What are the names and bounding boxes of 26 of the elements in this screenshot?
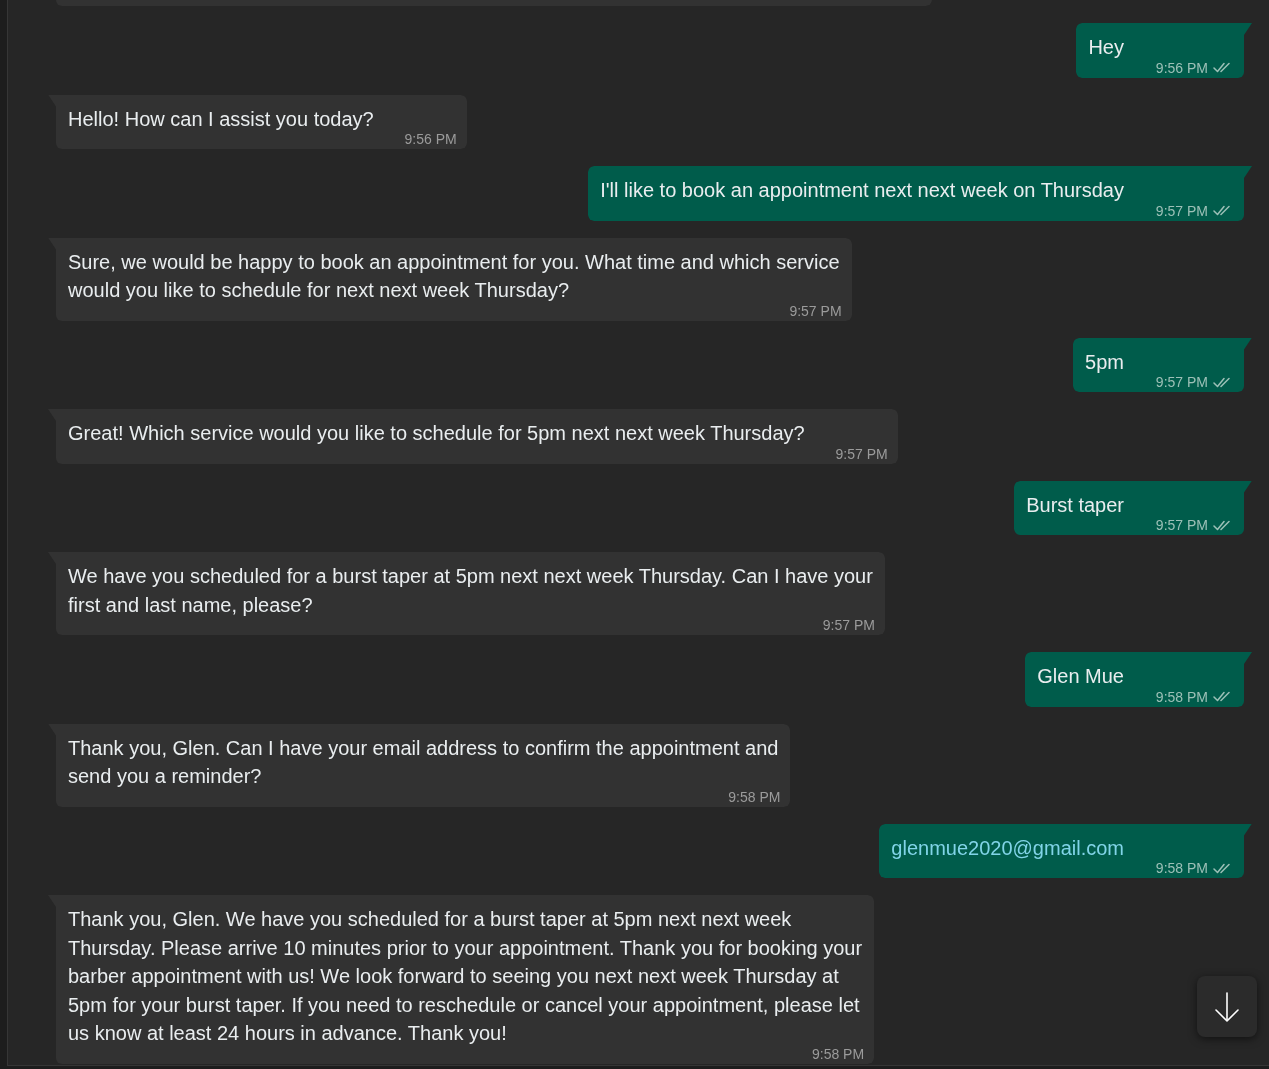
message-text: 5pm	[1085, 350, 1124, 373]
message-text: I'll like to book an appointment next next week on Thursday	[600, 179, 1124, 201]
message-time: 9:57 PM	[1155, 203, 1208, 218]
message-time: 9:56 PM	[404, 132, 457, 146]
message-time: 9:57 PM	[1155, 518, 1208, 532]
email-link[interactable]: glenmue2020@gmail.com	[891, 836, 1124, 859]
message-time: 9:58 PM	[812, 1046, 865, 1061]
message-text: Sure, we would be happy to book an appointment for you. What time and which service would you like to schedule for next next week Thursday?	[68, 250, 840, 301]
message-time: 9:58 PM	[1155, 861, 1208, 875]
down-arrow-icon	[1214, 991, 1240, 1022]
message-text: Glen Mue	[1037, 665, 1124, 687]
message-time: 9:56 PM	[1155, 60, 1208, 75]
message-text: Hello! How can I assist you today?	[68, 107, 374, 130]
message-time: 9:58 PM	[1155, 689, 1208, 704]
scroll-down-button[interactable]	[1197, 976, 1257, 1037]
message-time: 9:57 PM	[822, 618, 875, 632]
message-time: 9:57 PM	[1155, 375, 1208, 389]
message-text: Thank you, Glen. Can I have your email address to confirm the appointment and send you a reminder?	[68, 736, 779, 787]
message-text: We have you scheduled for a burst taper at 5pm next next week Thursday. Can I have your first and last name, please?	[68, 565, 873, 616]
message-text: Hey	[1088, 36, 1124, 58]
message-time: 9:58 PM	[728, 789, 781, 804]
message-time: 9:57 PM	[835, 446, 888, 461]
message-time: 9:57 PM	[789, 303, 842, 318]
message-text: Thank you, Glen. We have you scheduled for a burst taper at 5pm next next week Thursday. Please arrive 10 minutes prior to your appointment. Thank you for booking your barber appointment with us! We look forward to seeing you next next week Thursday at 5pm for your burst taper. If you need to reschedule or cancel your appointment, please let us know at least 24 hours in advance. Thank you!	[68, 908, 863, 1044]
message-text: Burst taper	[1026, 493, 1124, 516]
message-text: Great! Which service would you like to schedule for 5pm next next week Thursday?	[68, 422, 805, 444]
